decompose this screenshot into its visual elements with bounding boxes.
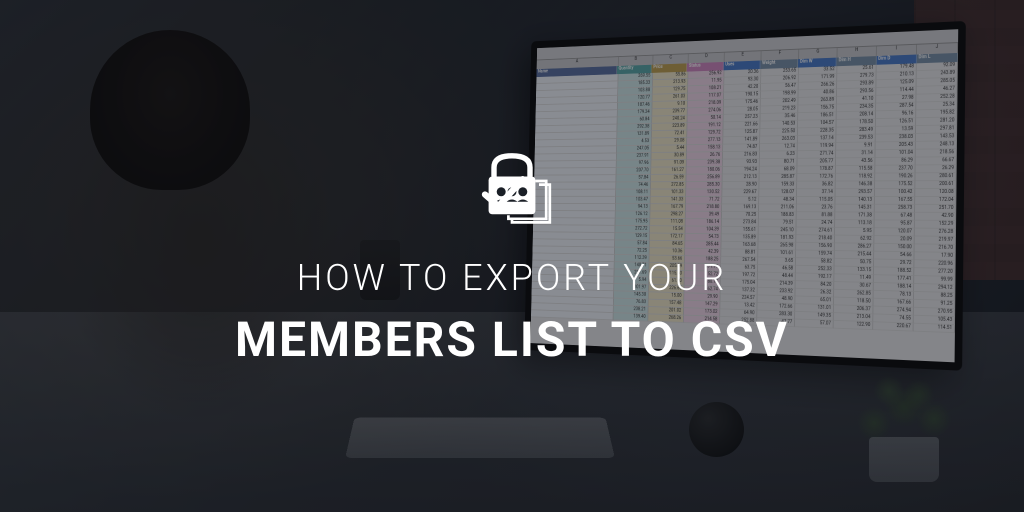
title-line-1: HOW TO EXPORT YOUR [297, 257, 727, 299]
pmpro-logo-icon [467, 145, 557, 235]
title-line-2: MEMBERS LIST TO CSV [235, 311, 789, 368]
hero-content: HOW TO EXPORT YOUR MEMBERS LIST TO CSV [0, 0, 1024, 512]
